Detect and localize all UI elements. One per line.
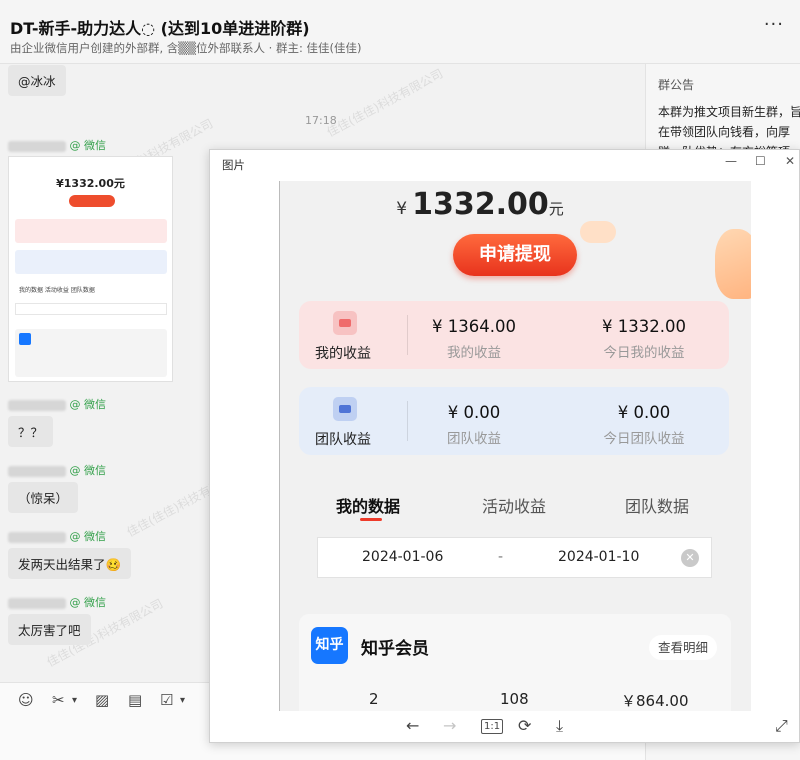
active-tab-indicator (360, 518, 382, 521)
wechat-tag: @ 微信 (69, 139, 107, 152)
tab-team-data[interactable]: 团队数据 (625, 493, 689, 517)
my-earnings-total-label: 我的收益 (447, 345, 501, 361)
message-bubble[interactable]: ？？ (8, 416, 54, 447)
zhihu-stat-value: ￥864.00 (621, 692, 689, 710)
message-sender: @ 微信 (8, 396, 106, 412)
thumbnail-team-earnings-card (15, 250, 167, 274)
team-earnings-total-value: ¥ 0.00 (447, 403, 501, 422)
zhihu-stat-value: 2 (369, 690, 379, 708)
viewer-title: 图片 (222, 158, 245, 172)
zhihu-name: 知乎会员 (361, 639, 429, 659)
my-earnings-today-label: 今日我的收益 (603, 345, 685, 361)
zhihu-stat-value: 108 (500, 690, 529, 708)
thumbnail-withdraw-button (69, 195, 115, 207)
message-bubble[interactable]: @冰冰 (8, 65, 66, 96)
thumbnail-tabs: 我的数据 活动收益 团队数据 (19, 287, 95, 294)
zhihu-logo-icon: 知乎 (311, 627, 348, 664)
actual-size-icon[interactable]: 1:1 (481, 719, 504, 734)
withdraw-button[interactable]: 申请提现 (453, 234, 577, 276)
thumbnail-zhihu-logo (19, 333, 31, 345)
amount-unit: 元 (548, 200, 564, 218)
date-range-picker[interactable]: 2024-01-06 - 2024-01-10 ✕ (317, 537, 712, 578)
screenshot-scissors-icon[interactable]: ✂ (52, 691, 65, 709)
message-sender: @ 微信 (8, 462, 106, 478)
thumbnail-zhihu-card (15, 329, 167, 377)
checklist-icon[interactable]: ☑ (160, 691, 173, 709)
rotate-icon[interactable]: ⟳ (518, 716, 531, 735)
sender-name-blurred (8, 140, 66, 152)
image-message-thumbnail[interactable]: ¥1332.00元 我的数据 活动收益 团队数据 (8, 156, 173, 382)
team-earnings-today-label: 今日团队收益 (603, 431, 685, 447)
my-earnings-total-value: ¥ 1364.00 (432, 317, 516, 336)
view-details-button[interactable]: 查看明细 (649, 635, 717, 660)
wechat-tag: @ 微信 (69, 530, 107, 543)
more-options-button[interactable]: ··· (764, 14, 784, 35)
cloud-decoration (580, 221, 616, 243)
chart-icon (333, 397, 357, 421)
image-icon[interactable]: ▨ (95, 691, 109, 709)
next-arrow-icon[interactable]: → (443, 716, 456, 735)
minimize-icon[interactable]: — (725, 154, 737, 168)
wechat-tag: @ 微信 (69, 464, 107, 477)
previous-arrow-icon[interactable]: ← (406, 716, 419, 735)
tab-my-data[interactable]: 我的数据 (336, 493, 400, 517)
wechat-tag: @ 微信 (69, 596, 107, 609)
sender-name-blurred (8, 597, 66, 609)
thumbnail-my-earnings-card (15, 219, 167, 243)
sender-name-blurred (8, 399, 66, 411)
decoration-graphic (715, 229, 751, 299)
thumbnail-amount: ¥1332.00元 (56, 177, 125, 190)
image-viewer-window: 图片 — ☐ ✕ ¥ 1332.00元 申请提现 我的收益 ¥ 1364.00 … (209, 149, 800, 743)
chat-header: DT-新手-助力达人◌ (达到10单进进阶群) 由企业微信用户创建的外部群, 含… (0, 0, 800, 64)
message-bubble[interactable]: 太厉害了吧 (8, 614, 91, 645)
sender-name-blurred (8, 531, 66, 543)
announcement-title: 群公告 (658, 78, 695, 92)
thumbnail-date-range (15, 303, 167, 315)
message-bubble[interactable]: 发两天出结果了🥴 (8, 548, 132, 579)
message-sender: @ 微信 (8, 137, 106, 153)
fullscreen-icon[interactable]: ⤢ (775, 716, 788, 736)
currency-symbol: ¥ (396, 199, 408, 219)
checklist-options-chevron-icon[interactable]: ▾ (180, 695, 185, 706)
date-start[interactable]: 2024-01-06 (362, 549, 443, 565)
my-earnings-card: 我的收益 ¥ 1364.00 我的收益 ¥ 1332.00 今日我的收益 (299, 301, 729, 369)
message-timestamp: 17:18 (305, 114, 337, 127)
file-icon[interactable]: ▤ (128, 691, 142, 709)
zhihu-membership-card: 知乎 知乎会员 查看明细 2 108 ￥864.00 (299, 614, 731, 711)
date-separator: - (498, 549, 504, 565)
watermark: 佳佳(佳佳)科技有限公司 (324, 66, 446, 140)
withdrawable-amount: ¥ 1332.00元 (280, 187, 680, 222)
emoji-icon[interactable]: ☺ (18, 691, 34, 709)
tab-activity-earnings[interactable]: 活动收益 (482, 493, 546, 517)
message-sender: @ 微信 (8, 594, 106, 610)
chat-title: DT-新手-助力达人◌ (达到10单进进阶群) (10, 19, 310, 38)
amount-value: 1332.00 (412, 187, 549, 222)
team-earnings-card: 团队收益 ¥ 0.00 团队收益 ¥ 0.00 今日团队收益 (299, 387, 729, 455)
chat-subtitle: 由企业微信用户创建的外部群, 含▒▒位外部联系人 · 群主: 佳佳(佳佳) (10, 41, 362, 55)
message-bubble[interactable]: （惊呆） (8, 482, 79, 513)
maximize-icon[interactable]: ☐ (755, 154, 766, 168)
viewer-image-canvas[interactable]: ¥ 1332.00元 申请提现 我的收益 ¥ 1364.00 我的收益 ¥ 13… (279, 181, 751, 711)
download-icon[interactable]: ⤓ (556, 716, 563, 736)
clear-icon[interactable]: ✕ (681, 549, 699, 567)
my-earnings-today-value: ¥ 1332.00 (602, 317, 686, 336)
team-earnings-label: 团队收益 (315, 432, 371, 448)
date-end[interactable]: 2024-01-10 (558, 549, 639, 565)
chart-icon (333, 311, 357, 335)
viewer-bottom-toolbar: ← → 1:1 ⟳ ⤓ ⤢ (210, 711, 799, 742)
my-earnings-label: 我的收益 (315, 346, 371, 362)
screenshot-options-chevron-icon[interactable]: ▾ (72, 695, 77, 706)
team-earnings-total-label: 团队收益 (447, 431, 501, 447)
close-icon[interactable]: ✕ (785, 154, 795, 168)
sender-name-blurred (8, 465, 66, 477)
message-sender: @ 微信 (8, 528, 106, 544)
team-earnings-today-value: ¥ 0.00 (617, 403, 671, 422)
wechat-tag: @ 微信 (69, 398, 107, 411)
